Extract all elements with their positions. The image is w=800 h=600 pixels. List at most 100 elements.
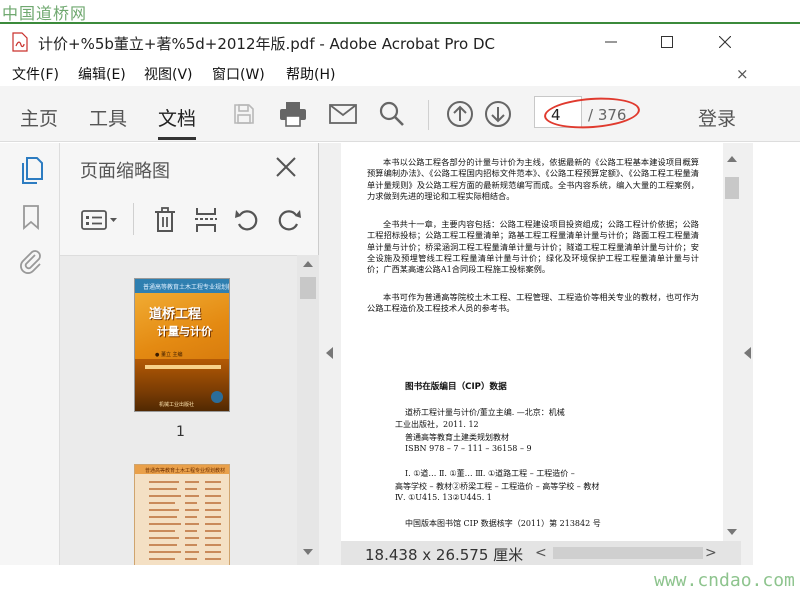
page2-text-line [185,488,197,490]
thumb-toolbar-separator [133,203,134,235]
thumbnails-pane: 页面缩略图 普通高等教育土木工程专业规划教材 道桥工程 计量与计价 ● 董立 主… [60,143,319,565]
page2-text-line [185,495,199,497]
page2-text-line [205,495,221,497]
horizontal-scrollbar[interactable] [553,547,703,559]
email-icon[interactable] [328,100,358,128]
page2-text-line [205,551,221,553]
page2-text-line [185,516,197,518]
page2-text-line [149,544,177,546]
bookmark-icon[interactable] [17,203,45,231]
cip-heading: 图书在版编目（CIP）数据 [405,382,507,392]
next-page-icon[interactable] [483,100,513,128]
thumbnail-options-icon[interactable] [80,207,120,233]
extract-page-icon[interactable] [193,207,219,233]
thumbnail-page-2[interactable]: 普通高等教育土木工程专业规划教材 [134,464,230,565]
page2-text-line [205,516,221,518]
tab-tools[interactable]: 工具 [89,104,127,131]
document-vertical-scrollbar[interactable] [723,143,741,541]
scrollbar-thumb[interactable] [725,177,739,199]
maximize-button[interactable] [644,28,690,56]
watermark-top: 中国道桥网 [2,4,88,23]
cip-line: Ⅰ. ①道… Ⅱ. ①董… Ⅲ. ①道路工程 – 工程造价 – [405,469,575,478]
menu-file[interactable]: 文件(F) [12,64,59,84]
scrollbar-thumb[interactable] [300,277,316,299]
page2-text-line [205,530,221,532]
tab-home[interactable]: 主页 [20,104,58,131]
page2-text-line [149,537,179,539]
page2-text-line [185,551,199,553]
page2-text-line [149,488,177,490]
minimize-button[interactable] [588,28,634,56]
toolbar-separator [428,100,429,130]
tab-document[interactable]: 文档 [158,104,197,140]
thumbnail-scrollbar[interactable] [297,255,319,565]
body-paragraph: 本书以公路工程各部分的计量与计价为主线，依据最新的《公路工程基本建设项目概算预算… [367,157,699,201]
attachment-icon[interactable] [17,247,45,275]
cip-line: 道桥工程计量与计价/董立主编. —北京：机械 [405,408,565,417]
acrobat-window: 中国道桥网 计价+%5b董立+著%5d+2012年版.pdf - Adobe A… [0,0,800,600]
cip-line: 高等学校 – 教材②桥梁工程 – 工程造价 – 高等学校 – 教材 [395,482,600,491]
rotate-right-icon[interactable] [276,207,302,233]
page-thumbnails-icon[interactable] [17,157,45,185]
page2-text-line [185,537,199,539]
page2-text-line [205,537,221,539]
publisher-logo-icon [211,391,223,403]
scroll-up-arrow-icon[interactable] [303,261,313,267]
page2-text-line [185,558,197,560]
status-bar: 18.438 x 26.575 厘米 < > [341,541,741,565]
cip-line: 工业出版社，2011. 12 [395,420,479,429]
delete-page-icon[interactable] [152,207,178,233]
scroll-up-arrow-icon[interactable] [727,156,737,162]
page2-text-line [185,502,197,504]
title-bar: 计价+%5b董立+著%5d+2012年版.pdf - Adobe Acrobat… [0,24,800,60]
page2-text-line [205,502,221,504]
expand-right-pane-icon[interactable] [744,347,751,359]
cover-series-text: 普通高等教育土木工程专业规划教材 [143,284,230,291]
page2-text-line [149,509,179,511]
menu-window[interactable]: 窗口(W) [212,64,265,84]
page2-text-line [205,481,221,483]
page2-text-line [149,502,175,504]
login-link[interactable]: 登录 [698,104,736,131]
body-paragraph: 全书共十一章，主要内容包括：公路工程建设项目投资组成；公路工程计价依据；公路工程… [367,219,699,275]
body-paragraph: 本书可作为普通高等院校土木工程、工程管理、工程造价等相关专业的教材，也可作为公路… [367,292,699,314]
page2-text-line [149,516,177,518]
search-icon[interactable] [377,100,407,128]
menu-bar: 文件(F) 编辑(E) 视图(V) 窗口(W) 帮助(H) × [0,60,800,86]
scroll-down-arrow-icon[interactable] [303,549,313,555]
page2-text-line [185,544,197,546]
print-icon[interactable] [278,100,308,128]
save-icon[interactable] [229,100,259,128]
cover-bridge-shape [145,365,221,369]
right-pane-gutter [741,143,753,565]
menu-view[interactable]: 视图(V) [144,64,193,84]
page2-text-line [149,481,179,483]
page2-text-line [149,551,181,553]
scroll-down-arrow-icon[interactable] [727,529,737,535]
cover-title-line-1: 道桥工程 [149,307,202,322]
cover-author: ● 董立 主编 [155,352,183,358]
close-panel-icon[interactable] [274,155,300,181]
page-dimensions: 18.438 x 26.575 厘米 [365,546,524,564]
scroll-right-arrow-icon[interactable]: > [705,545,717,561]
page2-text-line [205,509,221,511]
pdf-page: 本书以公路工程各部分的计量与计价为主线，依据最新的《公路工程基本建设项目概算预算… [341,143,723,541]
cip-line: Ⅳ. ①U415. 13②U445. 1 [395,493,492,502]
page2-text-line [205,544,221,546]
cover-publisher: 机械工业出版社 [159,402,195,408]
cip-line: 普通高等教育土建类规划教材 [405,433,509,442]
close-document-icon[interactable]: × [736,65,749,83]
thumbnail-page-1[interactable]: 普通高等教育土木工程专业规划教材 道桥工程 计量与计价 ● 董立 主编 机械工业… [134,278,230,412]
collapse-left-pane-icon[interactable] [326,347,333,359]
menu-help[interactable]: 帮助(H) [286,64,335,84]
thumbnail-list: 普通高等教育土木工程专业规划教材 道桥工程 计量与计价 ● 董立 主编 机械工业… [60,255,297,565]
scroll-left-arrow-icon[interactable]: < [535,545,547,561]
pdf-file-icon [12,32,28,52]
page2-text-line [149,495,181,497]
previous-page-icon[interactable] [445,100,475,128]
rotate-left-icon[interactable] [234,207,260,233]
page2-text-line [205,488,221,490]
close-window-button[interactable] [702,28,748,56]
menu-edit[interactable]: 编辑(E) [78,64,126,84]
thumbnails-panel-title: 页面缩略图 [80,161,170,182]
